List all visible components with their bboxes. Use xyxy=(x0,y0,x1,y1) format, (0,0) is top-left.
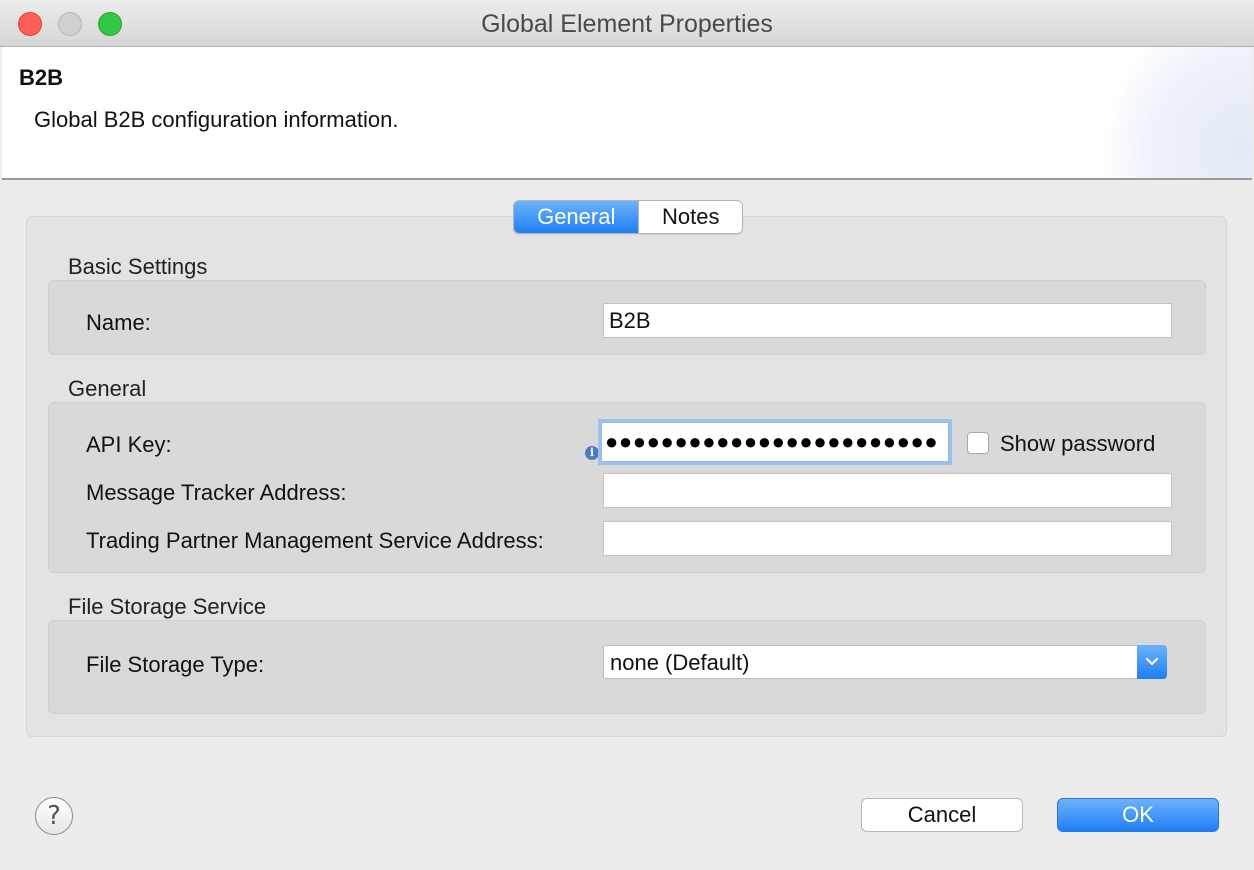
tpm-service-field[interactable] xyxy=(603,521,1172,556)
window-title: Global Element Properties xyxy=(481,10,773,38)
name-field[interactable]: B2B xyxy=(603,303,1172,338)
show-password-label[interactable]: Show password xyxy=(1000,431,1155,457)
header-banner: B2B Global B2B configuration information… xyxy=(2,47,1252,180)
file-storage-type-label: File Storage Type: xyxy=(86,652,265,677)
banner-decoration xyxy=(1092,47,1252,178)
file-storage-type-select[interactable]: none (Default) xyxy=(603,645,1167,679)
general-section-title: General xyxy=(68,376,147,401)
file-storage-type-value: none (Default) xyxy=(610,650,750,675)
message-tracker-label: Message Tracker Address: xyxy=(86,480,347,505)
chevron-down-icon[interactable] xyxy=(1137,645,1167,679)
ok-button[interactable]: OK xyxy=(1057,798,1219,832)
help-icon[interactable]: ? xyxy=(35,797,73,835)
name-label: Name: xyxy=(86,310,151,335)
cancel-button[interactable]: Cancel xyxy=(861,798,1023,832)
api-key-password-field[interactable]: ●●●●●●●●●●●●●●●●●●●●●●●● xyxy=(601,422,949,462)
tab-general[interactable]: General xyxy=(514,201,639,233)
api-key-label: API Key: xyxy=(86,432,172,457)
tpm-service-label: Trading Partner Management Service Addre… xyxy=(86,528,544,553)
header-description: Global B2B configuration information. xyxy=(34,107,399,132)
basic-settings-title: Basic Settings xyxy=(68,254,208,279)
title-bar: Global Element Properties xyxy=(0,0,1254,47)
show-password-checkbox[interactable] xyxy=(967,432,989,454)
dialog-window: Global Element Properties B2B Global B2B… xyxy=(0,0,1254,870)
tab-bar: General Notes xyxy=(513,200,743,234)
file-storage-section-title: File Storage Service xyxy=(68,594,267,619)
header-title: B2B xyxy=(19,65,64,90)
info-icon: i xyxy=(585,446,599,460)
message-tracker-field[interactable] xyxy=(603,473,1172,508)
tab-notes[interactable]: Notes xyxy=(638,201,742,233)
